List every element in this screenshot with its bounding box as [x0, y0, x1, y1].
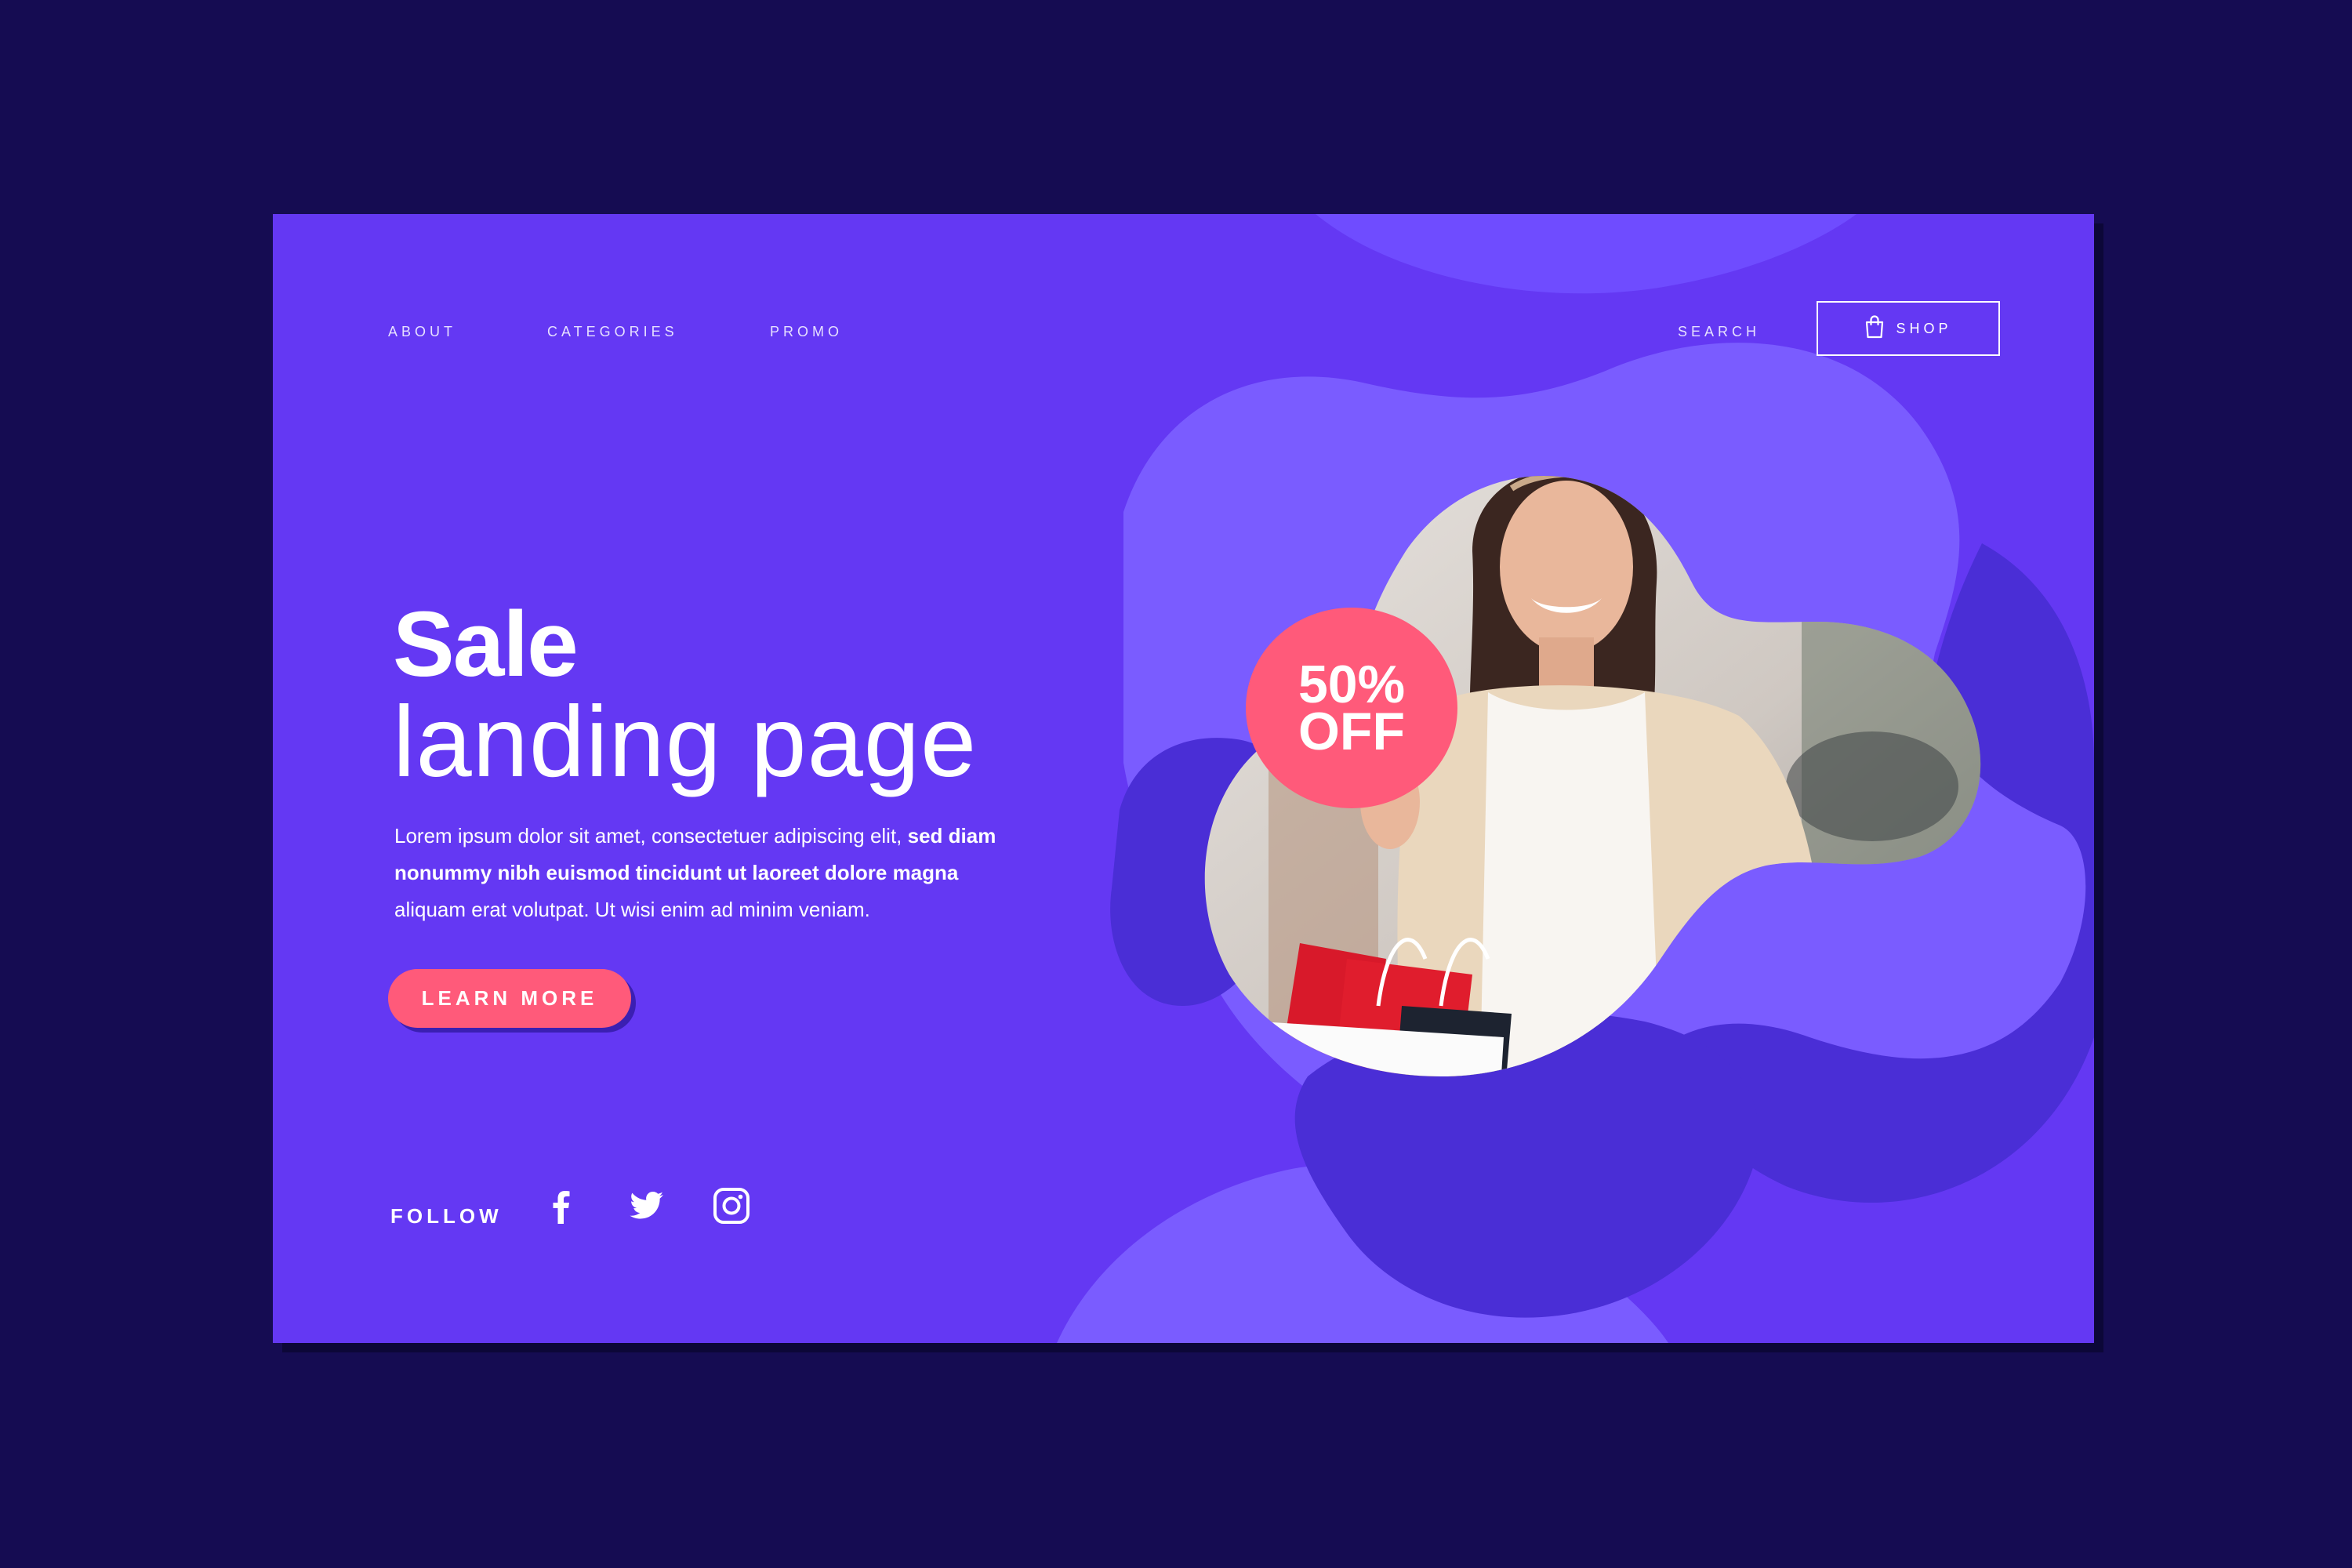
hero-description: Lorem ipsum dolor sit amet, consectetuer… — [394, 818, 1022, 928]
discount-percent: 50% — [1298, 655, 1406, 714]
follow-label: FOLLOW — [390, 1204, 503, 1228]
discount-off: OFF — [1298, 702, 1405, 761]
landing-card: ABOUT CATEGORIES PROMO SEARCH SHOP Sale … — [273, 214, 2094, 1343]
shop-button[interactable]: SHOP — [1817, 301, 2000, 356]
facebook-icon[interactable] — [542, 1186, 581, 1225]
hero-title: Sale — [393, 593, 579, 696]
hero-subtitle: landing page — [393, 686, 978, 798]
nav-categories[interactable]: CATEGORIES — [547, 324, 678, 340]
shop-button-label: SHOP — [1896, 320, 1952, 336]
hero-photo — [1204, 476, 1981, 1076]
learn-more-button[interactable]: LEARN MORE — [388, 969, 631, 1028]
description-text-end: aliquam erat volutpat. Ut wisi enim ad m… — [394, 898, 870, 921]
instagram-icon[interactable] — [712, 1186, 751, 1225]
top-arc-blob — [1316, 214, 1857, 294]
nav-promo[interactable]: PROMO — [770, 324, 843, 340]
nav-about[interactable]: ABOUT — [388, 324, 456, 340]
nav-search[interactable]: SEARCH — [1678, 324, 1760, 340]
description-text: Lorem ipsum dolor sit amet, consectetuer… — [394, 824, 908, 848]
discount-badge: 50% OFF — [1246, 608, 1457, 808]
shopping-bag-icon — [1864, 314, 1885, 343]
twitter-icon[interactable] — [627, 1186, 666, 1225]
